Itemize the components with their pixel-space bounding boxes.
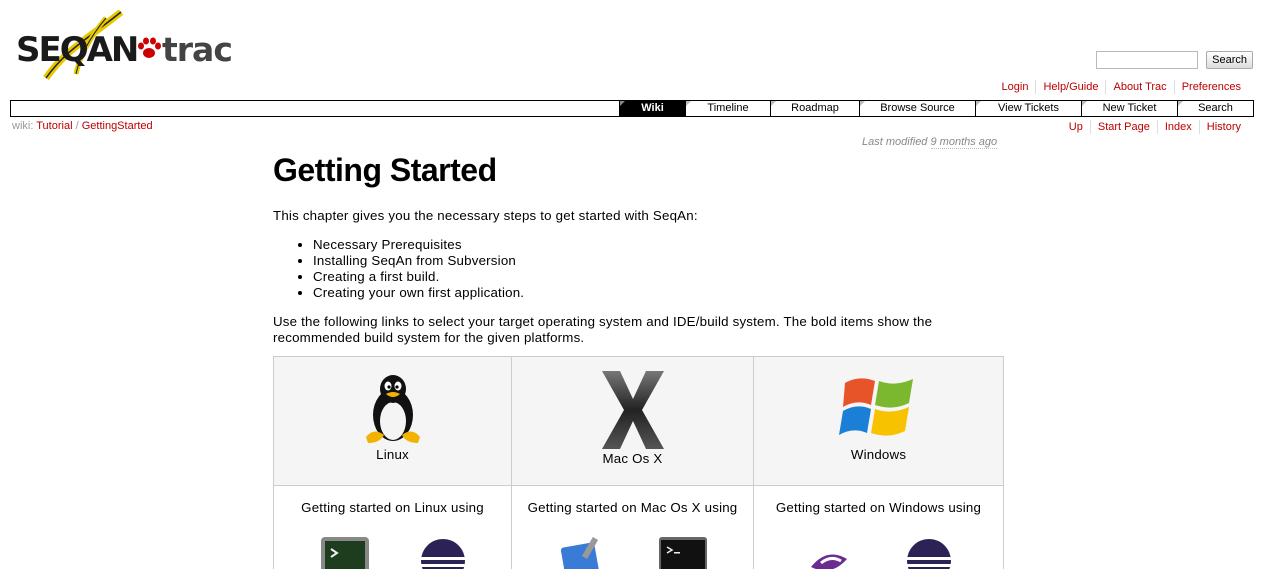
search-input[interactable] xyxy=(1096,51,1199,69)
mac-os-x-icon xyxy=(601,371,664,449)
windows-options-cell: Getting started on Windows using xyxy=(753,485,1004,569)
list-item: Installing SeqAn from Subversion xyxy=(313,253,1004,269)
mac-options-cell: Getting started on Mac Os X using xyxy=(511,485,754,569)
xcode-icon[interactable] xyxy=(559,537,607,569)
up-link[interactable]: Up xyxy=(1069,121,1083,133)
os-caption: Getting started on Windows using xyxy=(775,500,982,515)
list-item: Creating your own first application. xyxy=(313,285,1004,301)
os-name-label: Linux xyxy=(376,447,409,462)
seqan-trac-logo[interactable]: SEQAN trac xyxy=(16,10,233,82)
terminal-icon[interactable] xyxy=(658,537,707,569)
preferences-link[interactable]: Preferences xyxy=(1182,81,1241,93)
list-item: Creating a first build. xyxy=(313,269,1004,285)
tab-new-ticket[interactable]: New Ticket xyxy=(1081,101,1177,116)
mac-os-x-cell[interactable]: Mac Os X xyxy=(511,356,754,486)
breadcrumb-tutorial-link[interactable]: Tutorial xyxy=(36,120,72,132)
login-link[interactable]: Login xyxy=(1002,81,1029,93)
breadcrumb-prefix: wiki: xyxy=(12,120,34,132)
breadcrumb: wiki: Tutorial / GettingStarted xyxy=(12,120,153,132)
wiki-content: Getting Started This chapter gives you t… xyxy=(273,148,1004,346)
help-guide-link[interactable]: Help/Guide xyxy=(1043,81,1098,93)
last-modified: Last modified 9 months ago xyxy=(862,136,998,149)
tux-penguin-icon xyxy=(365,375,420,443)
search-form: Search xyxy=(1096,51,1253,69)
page-title: Getting Started xyxy=(273,152,497,188)
tab-timeline[interactable]: Timeline xyxy=(685,101,770,116)
about-trac-link[interactable]: About Trac xyxy=(1113,81,1166,93)
search-button[interactable]: Search xyxy=(1206,51,1253,69)
breadcrumb-gettingstarted-link[interactable]: GettingStarted xyxy=(82,120,153,132)
eclipse-icon[interactable] xyxy=(420,537,465,569)
linux-cell[interactable]: Linux xyxy=(273,356,512,486)
eclipse-icon[interactable] xyxy=(906,537,951,569)
tab-wiki[interactable]: Wiki xyxy=(619,101,685,116)
os-selection-table: Linux Mac Os X Windows Getting started o… xyxy=(273,356,1004,569)
paw-icon xyxy=(138,37,161,58)
os-name-label: Windows xyxy=(850,447,907,462)
index-link[interactable]: Index xyxy=(1165,121,1192,133)
terminal-icon[interactable] xyxy=(320,537,369,569)
tab-view-tickets[interactable]: View Tickets xyxy=(975,101,1081,116)
meta-nav: Login Help/Guide About Trac Preferences xyxy=(995,80,1248,94)
windows-cell[interactable]: Windows xyxy=(753,356,1004,486)
list-item: Necessary Prerequisites xyxy=(313,237,1004,253)
step-list: Necessary Prerequisites Installing SeqAn… xyxy=(313,237,1004,301)
tab-roadmap[interactable]: Roadmap xyxy=(770,101,859,116)
linux-options-cell: Getting started on Linux using xyxy=(273,485,512,569)
links-text: Use the following links to select your t… xyxy=(273,314,933,345)
tab-browse-source[interactable]: Browse Source xyxy=(859,101,975,116)
windows-flag-icon xyxy=(838,378,913,436)
os-caption: Getting started on Mac Os X using xyxy=(527,500,738,515)
start-page-link[interactable]: Start Page xyxy=(1098,121,1150,133)
visual-studio-icon[interactable] xyxy=(807,537,855,569)
logo-seqan-text: SEQAN xyxy=(16,30,139,70)
os-name-label: Mac Os X xyxy=(602,451,663,466)
os-caption: Getting started on Linux using xyxy=(301,500,484,515)
logo-trac-text: trac xyxy=(162,30,233,69)
history-link[interactable]: History xyxy=(1207,121,1241,133)
intro-text: This chapter gives you the necessary ste… xyxy=(273,208,698,223)
context-nav: Up Start Page Index History xyxy=(1062,120,1248,134)
main-nav: Wiki Timeline Roadmap Browse Source View… xyxy=(10,100,1254,117)
tab-search[interactable]: Search xyxy=(1177,101,1253,116)
